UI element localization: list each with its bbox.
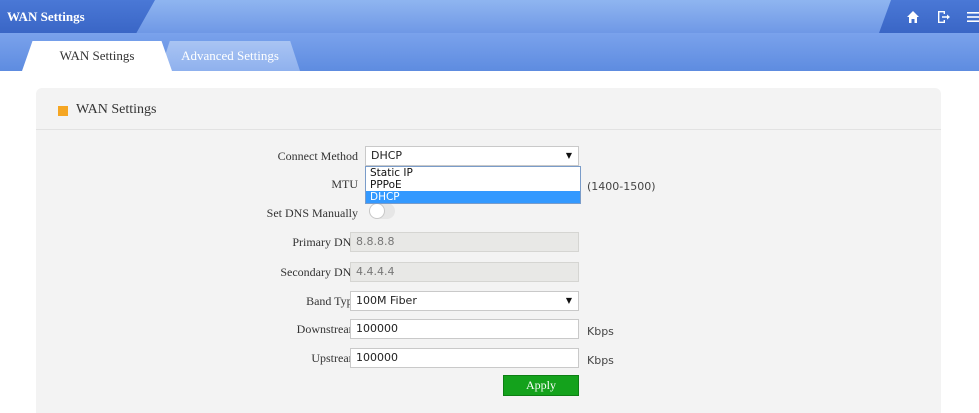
mtu-range-hint: (1400-1500) [587,180,656,193]
connect-method-value: DHCP [371,149,403,162]
tab-wan-settings[interactable]: WAN Settings [22,41,172,71]
downstream-input[interactable]: 100000 [350,319,579,339]
connect-method-select[interactable]: DHCP ▼ [365,146,579,166]
chevron-down-icon: ▼ [565,296,572,305]
primary-dns-label: Primary DNS [292,235,358,249]
upstream-input[interactable]: 100000 [350,348,579,368]
dropdown-option-dhcp[interactable]: DHCP [366,191,580,203]
connect-method-dropdown: Static IP PPPoE DHCP [365,166,581,204]
header-icon-group [879,0,979,33]
mtu-label: MTU [331,177,358,191]
section-marker-icon [58,106,68,116]
page-title: WAN Settings [7,9,85,24]
secondary-dns-input: 4.4.4.4 [350,262,579,282]
set-dns-manually-toggle[interactable] [369,203,395,219]
dropdown-option-pppoe[interactable]: PPPoE [366,179,580,191]
secondary-dns-label: Secondary DNS [280,265,358,279]
upstream-label: Upstream [311,351,358,365]
home-icon[interactable] [905,9,921,25]
band-type-select[interactable]: 100M Fiber ▼ [350,291,579,311]
top-bar: WAN Settings [0,0,979,33]
downstream-unit: Kbps [587,325,614,338]
band-type-label: Band Type [306,294,358,308]
dropdown-option-static-ip[interactable]: Static IP [366,167,580,179]
panel-title: WAN Settings [76,102,157,117]
connect-method-label: Connect Method [277,149,358,163]
upstream-unit: Kbps [587,354,614,367]
downstream-label: Downstream [296,322,358,336]
title-tab: WAN Settings [0,0,155,33]
toggle-knob [369,203,385,219]
logout-icon[interactable] [935,9,951,25]
chevron-down-icon: ▼ [565,151,572,160]
set-dns-manually-label: Set DNS Manually [266,206,358,220]
tab-advanced-settings[interactable]: Advanced Settings [160,41,300,71]
menu-icon[interactable] [965,9,979,25]
band-type-value: 100M Fiber [356,294,417,307]
panel-divider [36,129,941,130]
primary-dns-input: 8.8.8.8 [350,232,579,252]
tab-strip: Advanced Settings WAN Settings [0,33,979,71]
apply-button[interactable]: Apply [503,375,579,396]
